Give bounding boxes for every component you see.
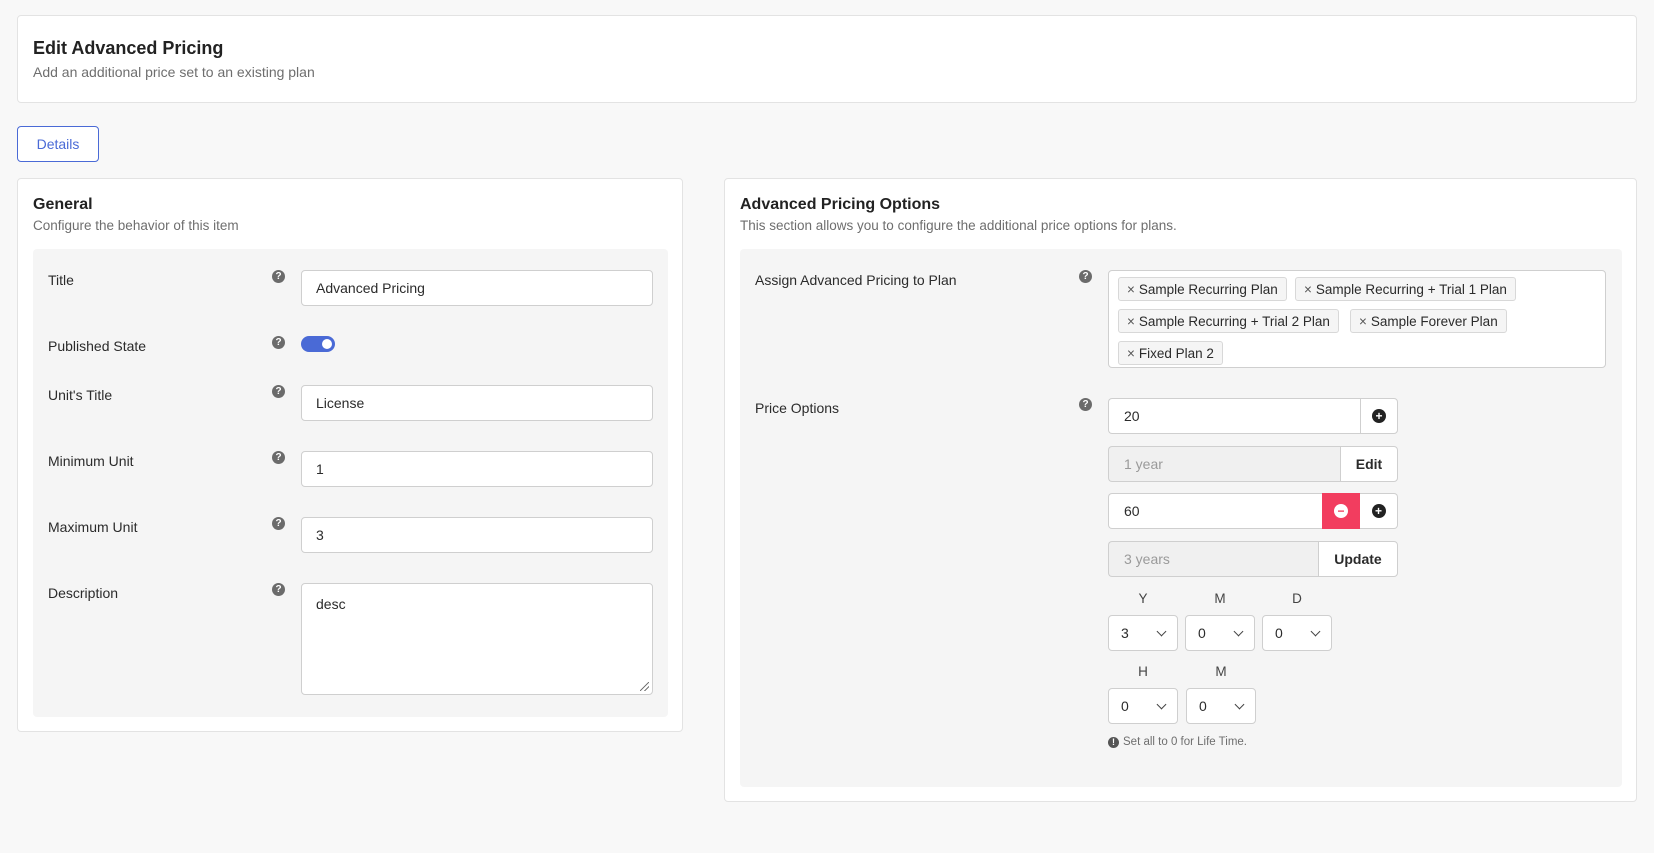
help-icon[interactable]: ? [1079, 398, 1092, 411]
price-row: 20 + [1108, 398, 1398, 434]
max-unit-label: Maximum Unit [48, 519, 138, 535]
description-textarea[interactable]: desc [301, 583, 653, 695]
help-icon[interactable]: ? [272, 517, 285, 530]
tab-details[interactable]: Details [17, 126, 99, 162]
chevron-down-icon [1234, 699, 1245, 709]
price-input[interactable]: 60 [1108, 493, 1322, 529]
published-toggle[interactable] [301, 336, 335, 352]
advanced-form: Assign Advanced Pricing to Plan ? × Sampl… [740, 249, 1622, 787]
edit-duration-button[interactable]: Edit [1340, 446, 1398, 482]
advanced-pricing-panel: Advanced Pricing Options This section al… [724, 178, 1637, 802]
title-label: Title [48, 272, 74, 288]
plan-tag[interactable]: × Sample Recurring + Trial 1 Plan [1295, 277, 1516, 301]
assign-plan-label: Assign Advanced Pricing to Plan [755, 272, 957, 288]
price-options-label: Price Options [755, 400, 840, 416]
add-price-button[interactable]: + [1360, 493, 1398, 529]
plus-circle-icon: + [1371, 504, 1386, 518]
advanced-subtitle: This section allows you to configure the… [740, 218, 1177, 233]
description-label: Description [48, 585, 119, 601]
minutes-select[interactable]: 0 [1186, 688, 1256, 724]
plan-multiselect[interactable]: × Sample Recurring Plan × Sample Recurring… [1108, 270, 1606, 368]
price-row: 60 − + [1108, 493, 1398, 529]
chevron-down-icon [1233, 626, 1244, 636]
duration-row: 3 years Update [1108, 541, 1398, 577]
chevron-down-icon [1156, 699, 1167, 709]
months-select[interactable]: 0 [1185, 615, 1255, 651]
duration-display: 3 years [1108, 541, 1318, 577]
page-header: Edit Advanced Pricing Add an additional … [17, 15, 1637, 103]
help-icon[interactable]: ? [272, 385, 285, 398]
title-input[interactable]: Advanced Pricing [301, 270, 653, 306]
plan-tag[interactable]: × Sample Recurring Plan [1118, 277, 1287, 301]
plan-tag[interactable]: × Sample Forever Plan [1350, 309, 1507, 333]
days-select[interactable]: 0 [1262, 615, 1332, 651]
add-price-button[interactable]: + [1360, 398, 1398, 434]
plan-tag[interactable]: × Sample Recurring + Trial 2 Plan [1118, 309, 1339, 333]
plan-tag[interactable]: × Fixed Plan 2 [1118, 341, 1223, 365]
chevron-down-icon [1156, 626, 1167, 636]
minutes-label: M [1215, 664, 1227, 679]
duration-display: 1 year [1108, 446, 1340, 482]
days-label: D [1292, 591, 1302, 606]
info-circle-icon: ! [1108, 736, 1119, 748]
toggle-knob [322, 339, 332, 349]
remove-tag-icon[interactable]: × [1359, 314, 1367, 329]
help-icon[interactable]: ? [272, 451, 285, 464]
remove-tag-icon[interactable]: × [1127, 282, 1135, 297]
duration-row: 1 year Edit [1108, 446, 1398, 482]
update-duration-button[interactable]: Update [1318, 541, 1398, 577]
remove-tag-icon[interactable]: × [1304, 282, 1312, 297]
min-unit-label: Minimum Unit [48, 453, 134, 469]
general-form: Title ? Advanced Pricing Published State… [33, 249, 668, 717]
help-icon[interactable]: ? [272, 270, 285, 283]
hours-select[interactable]: 0 [1108, 688, 1178, 724]
chevron-down-icon [1310, 626, 1321, 636]
remove-tag-icon[interactable]: × [1127, 346, 1135, 361]
unit-title-label: Unit's Title [48, 387, 113, 403]
unit-title-input[interactable]: License [301, 385, 653, 421]
remove-price-button[interactable]: − [1322, 493, 1360, 529]
lifetime-note: ! Set all to 0 for Life Time. [1108, 736, 1247, 748]
general-panel: General Configure the behavior of this i… [17, 178, 683, 732]
remove-tag-icon[interactable]: × [1127, 314, 1135, 329]
general-title: General [33, 196, 93, 213]
minus-circle-icon: − [1334, 504, 1348, 518]
min-unit-input[interactable]: 1 [301, 451, 653, 487]
advanced-title: Advanced Pricing Options [740, 196, 941, 213]
published-label: Published State [48, 338, 147, 354]
page-title: Edit Advanced Pricing [33, 38, 224, 58]
description-value: desc [316, 596, 346, 612]
months-label: M [1214, 591, 1226, 606]
max-unit-input[interactable]: 3 [301, 517, 653, 553]
price-input[interactable]: 20 [1108, 398, 1360, 434]
help-icon[interactable]: ? [272, 583, 285, 596]
help-icon[interactable]: ? [1079, 270, 1092, 283]
hours-label: H [1138, 664, 1148, 679]
plus-circle-icon: + [1372, 409, 1386, 423]
resize-handle-icon[interactable] [640, 682, 649, 691]
help-icon[interactable]: ? [272, 336, 285, 349]
general-subtitle: Configure the behavior of this item [33, 218, 239, 233]
page-subtitle: Add an additional price set to an existi… [33, 64, 315, 80]
years-select[interactable]: 3 [1108, 615, 1178, 651]
years-label: Y [1138, 591, 1148, 606]
